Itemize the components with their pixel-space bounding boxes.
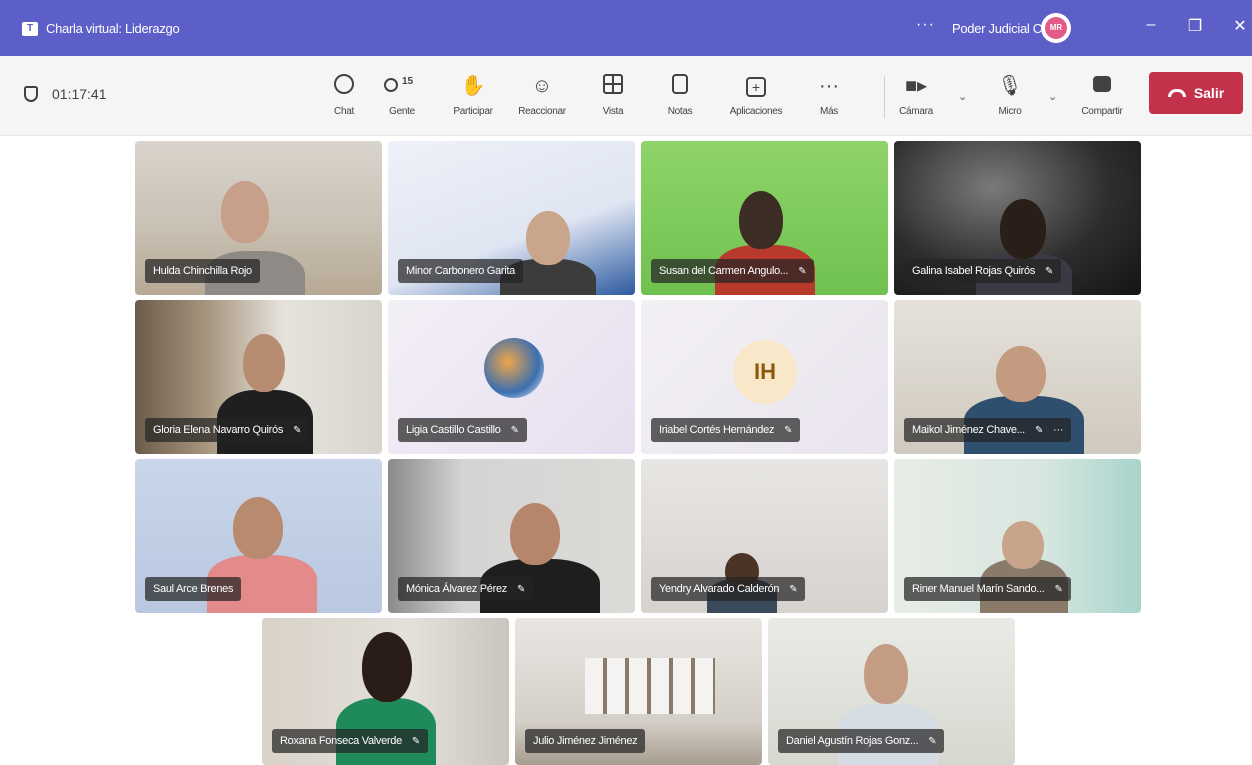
share-button[interactable]: Compartir bbox=[1070, 74, 1134, 117]
notes-button[interactable]: Notas bbox=[664, 74, 696, 117]
participant-name: Riner Manuel Marín Sando... ✎ bbox=[904, 577, 1071, 601]
participant-name: Gloria Elena Navarro Quirós ✎ bbox=[145, 418, 310, 442]
mic-off-icon: ✎ bbox=[1034, 425, 1044, 436]
organization-name: Poder Judicial CR bbox=[952, 21, 1051, 36]
minimize-icon[interactable]: – bbox=[1139, 16, 1163, 34]
raise-hand-button[interactable]: ✋ Participar bbox=[448, 74, 498, 117]
meeting-timer: 01:17:41 bbox=[24, 86, 107, 102]
title-bar: T Charla virtual: Liderazgo ··· Poder Ju… bbox=[0, 0, 1252, 56]
participant-name: Minor Carbonero Garita bbox=[398, 259, 523, 283]
participant-name: Hulda Chinchilla Rojo bbox=[145, 259, 260, 283]
video-tile[interactable]: Susan del Carmen Angulo... ✎ bbox=[641, 141, 888, 295]
mic-off-icon: ✎ bbox=[1054, 584, 1063, 595]
participant-name: Daniel Agustín Rojas Gonz... ✎ bbox=[778, 729, 945, 753]
more-options-icon[interactable]: ··· bbox=[1053, 418, 1063, 442]
chat-label: Chat bbox=[334, 106, 354, 117]
react-label: Reaccionar bbox=[518, 106, 566, 117]
camera-options-chevron-down-icon[interactable]: ⌄ bbox=[958, 90, 967, 103]
participant-name: Susan del Carmen Angulo... ✎ bbox=[651, 259, 815, 283]
video-tile[interactable]: Daniel Agustín Rojas Gonz... ✎ bbox=[768, 618, 1015, 765]
people-button[interactable]: 15 Gente bbox=[380, 74, 424, 117]
video-tile[interactable]: Julio Jiménez Jiménez bbox=[515, 618, 762, 765]
participant-name: Ligia Castillo Castillo ✎ bbox=[398, 418, 527, 442]
profile-picture bbox=[484, 338, 544, 398]
apps-button[interactable]: + Aplicaciones bbox=[718, 74, 794, 117]
share-label: Compartir bbox=[1081, 106, 1123, 117]
video-tile[interactable]: Galina Isabel Rojas Quirós ✎ bbox=[894, 141, 1141, 295]
notes-icon bbox=[664, 74, 696, 98]
more-label: Más bbox=[820, 106, 838, 117]
video-tile[interactable]: Riner Manuel Marín Sando... ✎ bbox=[894, 459, 1141, 613]
participant-name: Roxana Fonseca Valverde ✎ bbox=[272, 729, 429, 753]
video-tile[interactable]: Hulda Chinchilla Rojo bbox=[135, 141, 382, 295]
mic-off-icon: ✎ bbox=[510, 425, 519, 436]
video-tile[interactable]: Gloria Elena Navarro Quirós ✎ bbox=[135, 300, 382, 454]
more-button[interactable]: ··· Más bbox=[814, 74, 844, 117]
apps-label: Aplicaciones bbox=[729, 106, 783, 117]
participant-name: Maikol Jiménez Chave... ✎ ··· bbox=[904, 418, 1072, 442]
avatar[interactable]: MR bbox=[1041, 13, 1071, 43]
window-background bbox=[585, 658, 715, 714]
mic-off-icon: ✎ bbox=[411, 736, 421, 747]
more-options-icon[interactable]: ··· bbox=[916, 16, 935, 34]
camera-label: Cámara bbox=[899, 106, 933, 117]
restore-icon[interactable]: ❐ bbox=[1183, 16, 1207, 36]
raise-hand-label: Participar bbox=[453, 106, 493, 117]
camera-icon: ■▸ bbox=[904, 75, 928, 97]
apps-icon: + bbox=[718, 74, 794, 98]
participant-name: Iriabel Cortés Hernández ✎ bbox=[651, 418, 801, 442]
participant-name: Mónica Álvarez Pérez ✎ bbox=[398, 577, 534, 601]
smiley-icon: ☺ bbox=[531, 75, 553, 97]
mic-off-icon: ✎ bbox=[789, 584, 798, 595]
participant-name: Galina Isabel Rojas Quirós ✎ bbox=[904, 259, 1062, 283]
video-tile[interactable]: Ligia Castillo Castillo ✎ bbox=[388, 300, 635, 454]
microphone-icon: 🎙 bbox=[997, 75, 1023, 97]
react-button[interactable]: ☺ Reaccionar bbox=[512, 74, 572, 117]
mic-label: Micro bbox=[998, 106, 1022, 117]
people-label: Gente bbox=[389, 106, 415, 117]
window-title: Charla virtual: Liderazgo bbox=[46, 21, 180, 36]
notes-label: Notas bbox=[667, 106, 693, 117]
shield-icon bbox=[24, 86, 38, 102]
mic-off-icon: ✎ bbox=[784, 425, 793, 436]
grid-icon bbox=[598, 74, 628, 98]
timer-value: 01:17:41 bbox=[52, 86, 107, 102]
participant-name: Julio Jiménez Jiménez bbox=[525, 729, 646, 753]
participant-name: Saul Arce Brenes bbox=[145, 577, 242, 601]
mic-off-icon: ✎ bbox=[928, 736, 937, 747]
mic-off-icon: ✎ bbox=[517, 584, 526, 595]
chat-icon bbox=[328, 74, 360, 98]
view-label: Vista bbox=[602, 106, 624, 117]
video-tile[interactable]: Saul Arce Brenes bbox=[135, 459, 382, 613]
video-tile[interactable]: Minor Carbonero Garita bbox=[388, 141, 635, 295]
participant-name: Yendry Alvarado Calderón ✎ bbox=[651, 577, 806, 601]
mic-button[interactable]: 🎙 Micro bbox=[990, 74, 1030, 117]
video-tile[interactable]: Roxana Fonseca Valverde ✎ bbox=[262, 618, 509, 765]
video-tile[interactable]: Maikol Jiménez Chave... ✎ ··· bbox=[894, 300, 1141, 454]
participant-initials: IH bbox=[733, 340, 797, 404]
close-icon[interactable]: ✕ bbox=[1228, 16, 1252, 36]
camera-button[interactable]: ■▸ Cámara bbox=[896, 74, 936, 117]
video-tile[interactable]: Yendry Alvarado Calderón ✎ bbox=[641, 459, 888, 613]
video-tile[interactable]: IH Iriabel Cortés Hernández ✎ bbox=[641, 300, 888, 454]
meeting-toolbar: 01:17:41 Chat 15 Gente ✋ Participar ☺ Re… bbox=[0, 56, 1252, 136]
mic-off-icon: ✎ bbox=[1045, 266, 1054, 277]
avatar-initials: MR bbox=[1045, 17, 1067, 39]
toolbar-divider bbox=[884, 76, 885, 118]
view-button[interactable]: Vista bbox=[598, 74, 628, 117]
people-count: 15 bbox=[402, 76, 414, 87]
teams-logo-icon: T bbox=[22, 22, 38, 36]
mic-off-icon: ✎ bbox=[798, 266, 807, 277]
hand-icon: ✋ bbox=[460, 75, 486, 97]
ellipsis-icon: ··· bbox=[819, 75, 839, 97]
phone-icon bbox=[1167, 89, 1186, 97]
share-icon bbox=[1070, 74, 1134, 98]
mic-off-icon: ✎ bbox=[293, 425, 302, 436]
video-tile[interactable]: Mónica Álvarez Pérez ✎ bbox=[388, 459, 635, 613]
leave-label: Salir bbox=[1193, 85, 1225, 101]
leave-button[interactable]: Salir bbox=[1149, 72, 1243, 114]
mic-options-chevron-down-icon[interactable]: ⌄ bbox=[1048, 90, 1057, 103]
chat-button[interactable]: Chat bbox=[328, 74, 360, 117]
